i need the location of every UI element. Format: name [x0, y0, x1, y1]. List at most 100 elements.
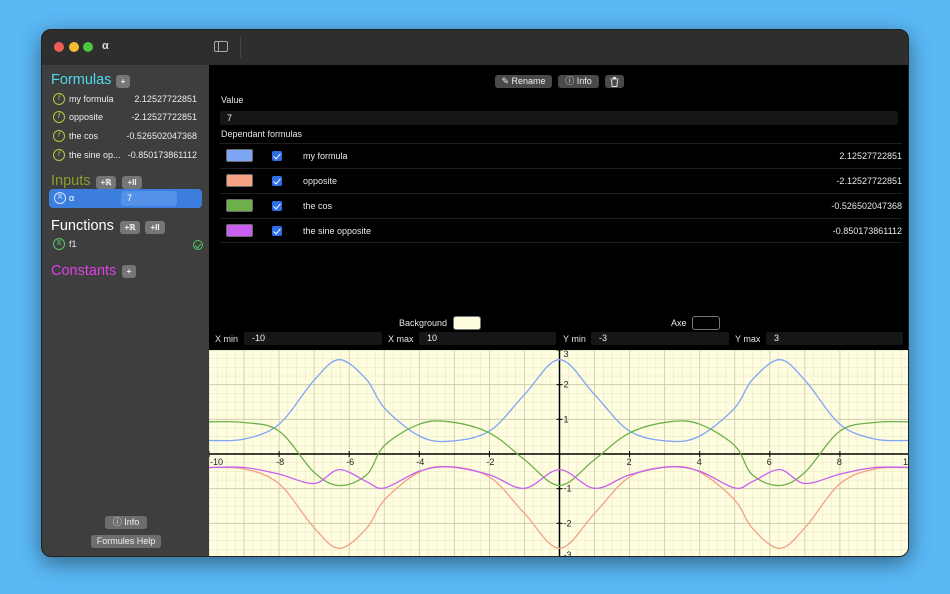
trash-icon: [610, 77, 619, 87]
color-swatch[interactable]: [226, 149, 253, 162]
rename-button[interactable]: ✎ Rename: [495, 75, 552, 88]
y-tick-label: -3: [564, 550, 572, 557]
dependant-name: the sine opposite: [303, 226, 372, 236]
axe-label: Axe: [671, 318, 687, 328]
sidebar-toggle-icon[interactable]: [214, 41, 228, 52]
add-formula-button[interactable]: +: [116, 75, 130, 88]
input-value-field[interactable]: 7: [121, 191, 177, 206]
dependant-row: the sine opposite -0.850173861112: [220, 218, 902, 243]
x-tick-label: -10: [210, 457, 223, 467]
axe-color-well[interactable]: [692, 316, 720, 330]
formula-value: -0.526502047368: [126, 131, 197, 141]
xmax-input[interactable]: 10: [419, 332, 556, 345]
formula-item[interactable]: f opposite -2.12527722851: [53, 110, 203, 126]
formula-icon: f: [53, 130, 65, 142]
value-label: Value: [221, 95, 244, 105]
pencil-icon: ✎: [501, 76, 512, 86]
graph-area[interactable]: -10 -8 -6 -4 -2 2 4 6 8 10 3 2 1 -1 -2 -3: [208, 349, 909, 557]
x-tick-label: 10: [903, 457, 909, 467]
xmin-input[interactable]: -10: [244, 332, 382, 345]
rename-label: Rename: [511, 76, 546, 86]
info-button-label: Info: [124, 517, 140, 527]
y-tick-label: 1: [564, 414, 569, 424]
constants-section-title: Constants: [51, 263, 117, 279]
formulas-section-title: Formulas: [51, 72, 112, 88]
x-tick-label: -4: [416, 457, 424, 467]
function-item[interactable]: ℝ f1: [53, 237, 203, 253]
x-tick-label: 4: [697, 457, 702, 467]
function-name: f1: [69, 239, 77, 249]
formula-item[interactable]: f the sine op... -0.850173861112: [53, 148, 203, 164]
add-real-input-button[interactable]: +ℝ: [96, 176, 116, 189]
color-swatch[interactable]: [226, 174, 253, 187]
formula-name: the cos: [69, 131, 99, 141]
y-tick-label: -1: [564, 484, 572, 494]
dependant-name: the cos: [303, 201, 333, 211]
info-label: Info: [576, 76, 592, 86]
dependant-value: -0.526502047368: [831, 201, 902, 211]
color-swatch[interactable]: [226, 224, 253, 237]
y-tick-label: 3: [564, 350, 569, 359]
input-name: α: [69, 193, 75, 203]
add-ii-input-button[interactable]: +II: [122, 176, 142, 189]
dependant-value: 2.12527722851: [839, 151, 902, 161]
zoom-window-button[interactable]: [83, 42, 93, 52]
ymax-label: Y max: [735, 334, 761, 344]
formula-value: -2.12527722851: [131, 112, 197, 122]
app-window: α Formulas + f my formula 2.12527722851 …: [41, 29, 909, 557]
visibility-checkbox[interactable]: [272, 176, 282, 186]
visibility-checkbox[interactable]: [272, 226, 282, 236]
add-constant-button[interactable]: +: [122, 265, 136, 278]
formula-name: the sine op...: [69, 150, 121, 160]
formula-value: 2.12527722851: [134, 94, 197, 104]
dependant-value: -2.12527722851: [836, 176, 902, 186]
x-tick-label: 6: [767, 457, 772, 467]
formula-icon: f: [53, 93, 65, 105]
formula-value: -0.850173861112: [127, 150, 197, 160]
x-tick-label: -6: [346, 457, 354, 467]
visibility-checkbox[interactable]: [272, 201, 282, 211]
check-circle-icon: [193, 240, 203, 250]
dependant-row: the cos -0.526502047368: [220, 193, 902, 218]
minimize-window-button[interactable]: [69, 42, 79, 52]
formules-help-button[interactable]: Formules Help: [91, 535, 161, 548]
dependant-name: my formula: [303, 151, 348, 161]
info-button[interactable]: ⓘ Info: [558, 75, 599, 88]
dependant-formulas-label: Dependant formulas: [221, 129, 303, 139]
xmin-label: X min: [215, 334, 239, 344]
ymin-input[interactable]: -3: [591, 332, 729, 345]
y-tick-label: 2: [564, 380, 569, 390]
ymin-label: Y min: [563, 334, 586, 344]
formula-icon: f: [53, 149, 65, 161]
x-tick-label: 8: [837, 457, 842, 467]
real-function-icon: ℝ: [53, 238, 65, 250]
main-panel: ✎ Rename ⓘ Info Value 7 Dependant formul…: [208, 65, 909, 557]
sidebar-info-button[interactable]: ⓘ Info: [105, 516, 147, 529]
functions-section-title: Functions: [51, 218, 114, 234]
dependant-value: -0.850173861112: [832, 226, 902, 236]
dependant-row: opposite -2.12527722851: [220, 168, 902, 193]
toolbar-separator: [240, 36, 241, 58]
color-swatch[interactable]: [226, 199, 253, 212]
value-input[interactable]: 7: [220, 111, 898, 125]
dependant-row: my formula 2.12527722851: [220, 143, 902, 168]
x-tick-label: -8: [276, 457, 284, 467]
real-input-icon: ℝ: [54, 192, 66, 204]
add-real-function-button[interactable]: +ℝ: [120, 221, 140, 234]
visibility-checkbox[interactable]: [272, 151, 282, 161]
formula-item[interactable]: f my formula 2.12527722851: [53, 92, 203, 108]
formula-item[interactable]: f the cos -0.526502047368: [53, 129, 203, 145]
info-icon: ⓘ: [565, 76, 577, 86]
close-window-button[interactable]: [54, 42, 64, 52]
formula-name: my formula: [69, 94, 114, 104]
ymax-input[interactable]: 3: [766, 332, 903, 345]
input-item-selected[interactable]: ℝ α 7: [49, 189, 202, 208]
dependant-name: opposite: [303, 176, 338, 186]
window-title: α: [102, 40, 109, 52]
sidebar: Formulas + f my formula 2.12527722851 f …: [42, 65, 209, 556]
delete-button[interactable]: [605, 75, 624, 88]
add-ii-function-button[interactable]: +II: [145, 221, 165, 234]
background-color-well[interactable]: [453, 316, 481, 330]
title-bar: α: [42, 30, 908, 65]
info-icon: ⓘ: [112, 517, 125, 527]
